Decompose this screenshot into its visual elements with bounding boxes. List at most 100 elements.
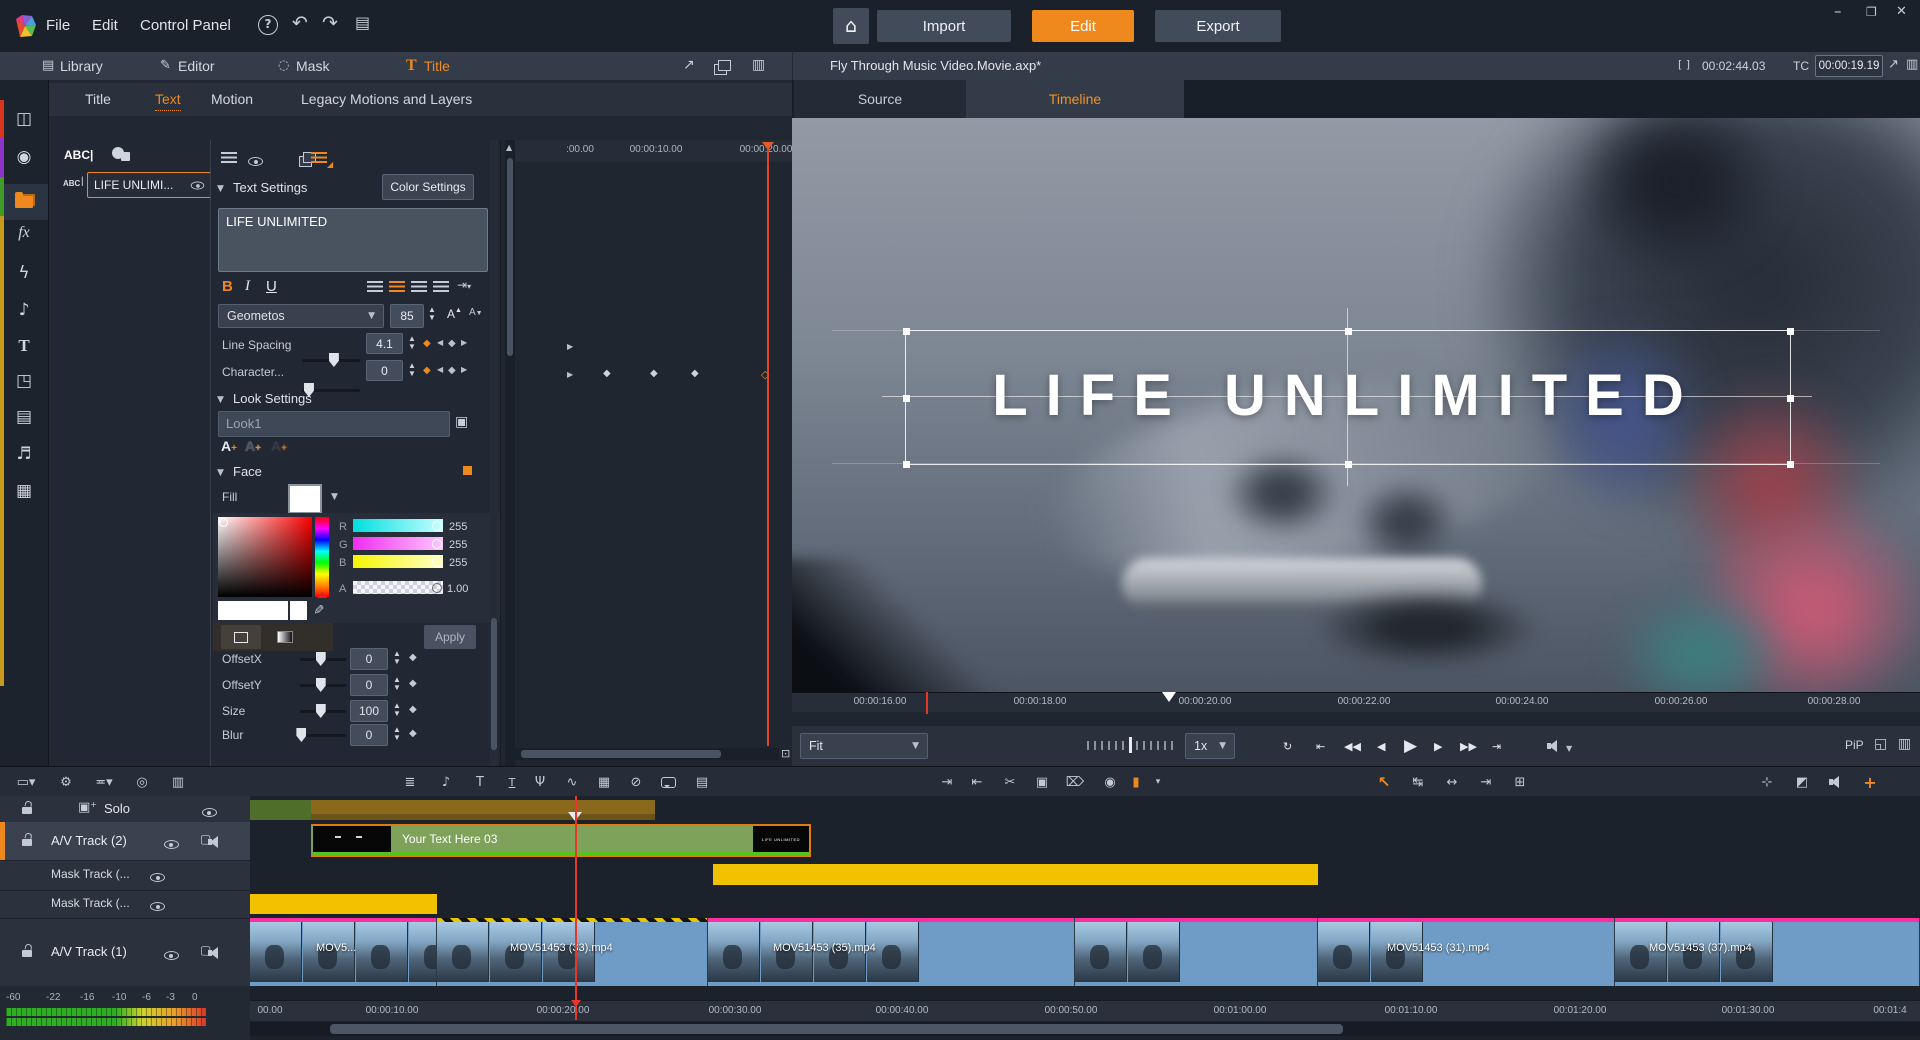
menu-control-panel[interactable]: Control Panel bbox=[140, 17, 231, 34]
text-content-box[interactable]: LIFE UNLIMITED bbox=[218, 208, 488, 272]
toolbar-pan-zoom[interactable]: ⊹ bbox=[1755, 772, 1779, 792]
fill-color-swatch[interactable] bbox=[288, 484, 322, 514]
layer-list-add-icon[interactable] bbox=[311, 152, 327, 163]
handle-nw[interactable] bbox=[903, 328, 910, 335]
toolbar-snapshot[interactable]: ▣ bbox=[1030, 772, 1054, 792]
track-header-av2[interactable]: A/V Track (2) ▢ bbox=[0, 822, 250, 861]
sidebar-item-layers-stack[interactable]: ▤ bbox=[6, 407, 42, 427]
preview-ruler[interactable]: 00:00:16.0000:00:18.0000:00:20.0000:00:2… bbox=[792, 692, 1920, 713]
align-left-button[interactable] bbox=[367, 281, 383, 292]
video-viewport[interactable]: LIFE UNLIMITED bbox=[792, 118, 1920, 692]
toolbar-marker-pen[interactable]: ▮ bbox=[1124, 772, 1148, 792]
toolbar-track-height[interactable]: ≖▾ bbox=[92, 772, 116, 792]
toolbar-mark-in[interactable]: ⇥ bbox=[935, 772, 959, 792]
toolbar-razor-cut[interactable]: ✂ bbox=[998, 772, 1022, 792]
av2-eye-icon[interactable] bbox=[164, 840, 179, 849]
shapes-tool-icon[interactable] bbox=[111, 146, 133, 165]
sidebar-item-transitions-flash[interactable]: ϟ bbox=[6, 263, 42, 283]
param-keyframe-size[interactable]: ◆ bbox=[409, 704, 417, 715]
align-center-button[interactable] bbox=[389, 281, 405, 292]
sidebar-item-film-reel[interactable]: ◉ bbox=[6, 147, 42, 167]
tab-title-page[interactable]: Title bbox=[85, 91, 111, 107]
keyframe-diamond[interactable]: ◆ bbox=[691, 368, 699, 379]
sidebar-item-effects-fx[interactable]: fx bbox=[6, 224, 42, 242]
project-notes-icon[interactable]: ▤ bbox=[355, 15, 370, 31]
param-spinner-offsety[interactable]: ▲ ▼ bbox=[393, 676, 401, 692]
toolbar-customize-toolbar[interactable]: ▭▾ bbox=[14, 772, 38, 792]
video-clip[interactable] bbox=[1075, 918, 1318, 986]
align-right-button[interactable] bbox=[411, 281, 427, 292]
preview-marker-tick[interactable] bbox=[926, 692, 928, 714]
solid-fill-button[interactable] bbox=[221, 625, 261, 649]
pip-expand-icon[interactable]: ◱ bbox=[1874, 737, 1887, 751]
add-face-detail-icon[interactable]: A+ bbox=[221, 438, 237, 454]
eyedropper-icon[interactable]: ✎ bbox=[311, 604, 324, 615]
tab-editor[interactable]: Editor bbox=[178, 58, 215, 74]
mini-hscroll-thumb[interactable] bbox=[521, 750, 721, 758]
italic-button[interactable]: I bbox=[245, 278, 250, 295]
line-spacing-add-key[interactable]: ◆ bbox=[448, 338, 456, 349]
transport-play[interactable]: ▶ bbox=[1404, 736, 1417, 756]
tab-library[interactable]: Library bbox=[60, 58, 103, 74]
kf-row2-expand[interactable]: ▶ bbox=[567, 370, 573, 379]
toolbar-add-track[interactable]: + bbox=[1858, 772, 1882, 792]
tab-text[interactable]: Text bbox=[155, 91, 181, 111]
face-collapse[interactable]: ▼ bbox=[217, 468, 224, 478]
add-edge-detail-icon[interactable]: A+ bbox=[245, 438, 261, 454]
export-mode-button[interactable]: Export bbox=[1155, 10, 1281, 42]
param-slider-offsety[interactable] bbox=[300, 684, 346, 687]
timeline-playhead-cap[interactable] bbox=[571, 1000, 581, 1007]
tab-title[interactable]: Title bbox=[424, 58, 450, 74]
toolbar-disc-author[interactable]: ◎ bbox=[130, 772, 154, 792]
add-track-icon[interactable]: ▣+ bbox=[78, 801, 97, 814]
volume-dropdown-arrow[interactable]: ▼ bbox=[1566, 744, 1572, 753]
panel-columns-icon[interactable]: ▥ bbox=[1906, 58, 1918, 71]
av2-fx-box-icon[interactable]: ▢ bbox=[200, 833, 211, 845]
video-clip[interactable]: MOV51453 (37).mp4 bbox=[1615, 918, 1920, 986]
close-button[interactable]: ✕ bbox=[1896, 5, 1907, 18]
transport-loop[interactable]: ↻ bbox=[1283, 740, 1292, 753]
transport-frame-forward[interactable]: ▶ bbox=[1434, 740, 1442, 753]
track-header-mask2[interactable]: Mask Track (... bbox=[0, 890, 250, 919]
sidebar-item-audio-note[interactable]: ♪ bbox=[6, 300, 42, 320]
toolbar-add-title[interactable]: T bbox=[468, 772, 492, 792]
global-lock-icon[interactable] bbox=[22, 807, 32, 814]
kf-row1-expand[interactable]: ▶ bbox=[567, 342, 573, 351]
character-next-key[interactable]: ▶ bbox=[461, 365, 467, 374]
mini-hscroll[interactable] bbox=[515, 748, 779, 760]
param-spinner-size[interactable]: ▲ ▼ bbox=[393, 702, 401, 718]
toolbar-select-cursor[interactable]: ↖ bbox=[1372, 772, 1396, 792]
font-decrease-icon[interactable]: A▼ bbox=[469, 307, 483, 318]
toolbar-slip-mode[interactable]: ↔ bbox=[1440, 772, 1464, 792]
sidebar-item-montage-template[interactable]: ◳ bbox=[6, 371, 42, 391]
line-spacing-next-key[interactable]: ▶ bbox=[461, 338, 467, 347]
toolbar-delete-clip[interactable]: ⌦ bbox=[1063, 772, 1087, 792]
character-prev-key[interactable]: ◀ bbox=[437, 365, 443, 374]
mini-vscroll[interactable]: ▲ bbox=[505, 140, 515, 766]
param-spinner-blur[interactable]: ▲ ▼ bbox=[393, 726, 401, 742]
mini-playhead-line[interactable] bbox=[767, 146, 769, 746]
minimize-button[interactable]: – bbox=[1834, 4, 1842, 19]
line-spacing-slider[interactable] bbox=[302, 359, 360, 362]
toolbar-score-note[interactable]: ♪ bbox=[434, 772, 458, 792]
solo-label[interactable]: Solo bbox=[104, 801, 130, 816]
text-direction-icon[interactable]: ⇥▾ bbox=[457, 279, 471, 291]
av2-label[interactable]: A/V Track (2) bbox=[51, 833, 127, 848]
param-keyframe-offsety[interactable]: ◆ bbox=[409, 678, 417, 689]
handle-se[interactable] bbox=[1787, 461, 1794, 468]
bold-button[interactable]: B bbox=[222, 278, 233, 295]
transport-go-to-start[interactable]: ⇤ bbox=[1316, 740, 1325, 753]
sidebar-item-project-bin[interactable] bbox=[15, 196, 33, 208]
menu-edit[interactable]: Edit bbox=[92, 17, 118, 34]
dual-view-icon[interactable]: ▥ bbox=[752, 58, 765, 72]
preview-playhead[interactable] bbox=[1162, 692, 1176, 702]
mask2-eye-icon[interactable] bbox=[150, 902, 165, 911]
font-family-dropdown[interactable]: Geometos ▼ bbox=[218, 304, 384, 328]
help-icon[interactable]: ? bbox=[258, 15, 278, 35]
g-slider[interactable] bbox=[353, 537, 443, 550]
toolbar-mark-out[interactable]: ⇤ bbox=[965, 772, 989, 792]
keyframe-diamond[interactable]: ◆ bbox=[603, 368, 611, 379]
line-spacing-spinner[interactable]: ▲▼ bbox=[408, 335, 416, 350]
look-settings-collapse[interactable]: ▼ bbox=[217, 395, 224, 405]
save-look-icon[interactable]: ▣ bbox=[455, 415, 468, 429]
